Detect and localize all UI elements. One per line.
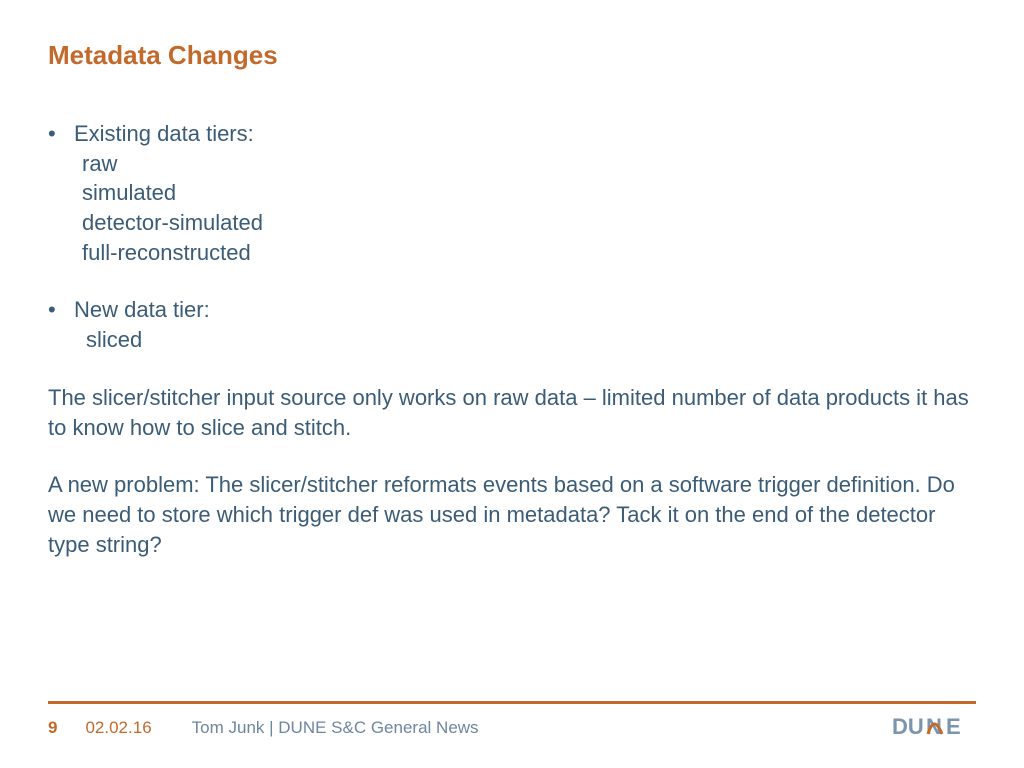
bullet-mark-icon: • [48,119,74,149]
slide: Metadata Changes • Existing data tiers: … [0,0,1024,768]
paragraph: A new problem: The slicer/stitcher refor… [48,470,976,559]
svg-text:DU: DU [892,714,924,739]
footer-line: 9 02.02.16 Tom Junk | DUNE S&C General N… [48,718,976,738]
slide-footer: 9 02.02.16 Tom Junk | DUNE S&C General N… [0,701,1024,738]
paragraph: The slicer/stitcher input source only wo… [48,383,976,442]
bullet-label: New data tier: [74,295,976,325]
bullet-subitem: raw [48,149,976,179]
bullet-mark-icon: • [48,295,74,325]
bullet-item: • Existing data tiers: [48,119,976,149]
bullet-subitem: detector-simulated [48,208,976,238]
bullet-subitem: full-reconstructed [48,238,976,268]
bullet-subitem: simulated [48,178,976,208]
bullet-label: Existing data tiers: [74,119,976,149]
slide-title: Metadata Changes [48,40,976,71]
footer-author: Tom Junk | DUNE S&C General News [192,718,479,738]
page-number: 9 [48,718,57,738]
slide-body: • Existing data tiers: raw simulated det… [48,119,976,559]
footer-date: 02.02.16 [85,718,151,738]
dune-logo-icon: DU N E [892,712,976,742]
bullet-subitem: sliced [48,325,976,355]
footer-rule [48,701,976,704]
svg-text:E: E [946,714,961,739]
bullet-item: • New data tier: [48,295,976,325]
